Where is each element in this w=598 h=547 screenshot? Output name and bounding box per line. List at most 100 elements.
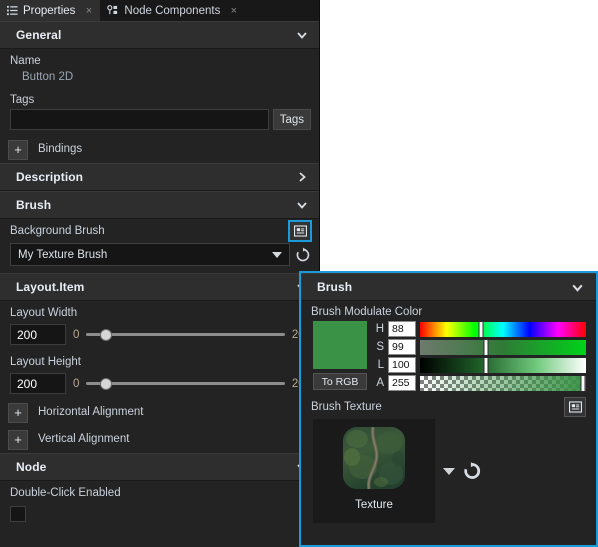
layout-height-label: Layout Height — [10, 356, 81, 368]
card-list-icon[interactable] — [564, 397, 586, 417]
modulate-color-label: Brush Modulate Color — [311, 306, 423, 318]
hue-handle[interactable] — [478, 320, 484, 338]
layout-height-min: 0 — [73, 377, 80, 390]
layout-height-slider-row: 200 0 200 — [0, 373, 319, 399]
tags-label: Tags — [10, 94, 35, 106]
slider-track — [86, 382, 285, 385]
chevron-right-icon[interactable] — [295, 170, 309, 184]
slider-handle[interactable] — [100, 377, 113, 390]
name-value[interactable]: Button 2D — [10, 70, 311, 86]
section-header-layout-item[interactable]: Layout.Item — [0, 273, 319, 301]
properties-panel: Properties × Node Components × General N… — [0, 0, 320, 547]
background-brush-dropdown[interactable]: My Texture Brush — [10, 243, 290, 266]
to-rgb-button[interactable]: To RGB — [313, 373, 367, 390]
horizontal-alignment-label: Horizontal Alignment — [38, 406, 144, 418]
luminance-slider[interactable] — [420, 356, 586, 374]
channel-row-l: L 100 — [373, 356, 586, 374]
layout-width-input[interactable]: 200 — [10, 324, 66, 345]
double-click-checkbox[interactable] — [10, 506, 26, 522]
card-list-icon[interactable] — [288, 220, 312, 242]
vertical-alignment-row[interactable]: + Vertical Alignment — [0, 426, 319, 453]
horizontal-alignment-row[interactable]: + Horizontal Alignment — [0, 399, 319, 426]
channel-label: S — [376, 341, 384, 353]
expand-horizontal-alignment-button[interactable]: + — [8, 402, 28, 423]
node-rows: Double-Click Enabled — [0, 481, 319, 528]
hue-slider[interactable] — [420, 320, 586, 338]
chevron-down-icon[interactable] — [570, 280, 584, 294]
layout-rows: Layout Width 200 0 200 Layout Height 200 — [0, 301, 319, 453]
layout-width-slider[interactable] — [86, 328, 285, 342]
section-header-node[interactable]: Node — [0, 453, 319, 481]
general-rows: Name Button 2D Tags Tags + Bindings — [0, 49, 319, 163]
section-header-brush[interactable]: Brush — [0, 191, 319, 219]
tags-button[interactable]: Tags — [272, 109, 311, 130]
channel-input-s[interactable]: 99 — [388, 339, 416, 355]
section-title: Layout.Item — [16, 280, 85, 294]
luminance-handle[interactable] — [483, 356, 489, 374]
bindings-label: Bindings — [38, 143, 83, 155]
tab-properties[interactable]: Properties × — [0, 0, 101, 21]
chevron-down-icon — [272, 251, 282, 258]
brush-rows: Background Brush My Texture Brush — [0, 219, 319, 273]
expand-vertical-alignment-button[interactable]: + — [8, 429, 28, 450]
saturation-handle[interactable] — [483, 338, 489, 356]
layout-width-label: Layout Width — [10, 307, 78, 319]
background-brush-label: Background Brush — [10, 224, 105, 237]
channel-row-h: H 88 — [373, 320, 586, 338]
brush-popup: Brush Brush Modulate Color To RGB H 88 S… — [299, 271, 598, 547]
brush-texture-row: Texture — [301, 419, 596, 523]
bindings-row[interactable]: + Bindings — [0, 136, 319, 163]
section-header-description[interactable]: Description — [0, 163, 319, 191]
chevron-down-icon[interactable] — [295, 28, 309, 42]
channel-label: L — [377, 359, 384, 371]
texture-card[interactable]: Texture — [313, 419, 435, 523]
layout-height-input[interactable]: 200 — [10, 373, 66, 394]
tab-node-components[interactable]: Node Components × — [100, 0, 245, 21]
reset-icon[interactable] — [463, 462, 481, 480]
channel-input-a[interactable]: 255 — [388, 375, 416, 391]
alpha-slider[interactable] — [420, 374, 586, 392]
double-click-row: Double-Click Enabled — [0, 481, 319, 504]
popup-body: Brush Modulate Color To RGB H 88 S 99 L … — [301, 301, 596, 523]
add-binding-button[interactable]: + — [8, 139, 28, 160]
hue-gradient — [420, 321, 586, 337]
chevron-down-icon[interactable] — [443, 467, 455, 475]
double-click-label: Double-Click Enabled — [10, 487, 121, 499]
color-picker: To RGB H 88 S 99 L 100 A 255 — [301, 320, 596, 392]
chevron-down-icon[interactable] — [295, 198, 309, 212]
channel-row-a: A 255 — [373, 374, 586, 392]
close-icon[interactable]: × — [228, 5, 239, 17]
layout-height-slider[interactable] — [86, 377, 285, 391]
reset-icon[interactable] — [295, 247, 311, 263]
brush-texture-header: Brush Texture — [301, 391, 596, 419]
close-icon[interactable]: × — [83, 5, 94, 17]
popup-section-header-brush[interactable]: Brush — [301, 273, 596, 301]
name-label: Name — [10, 55, 41, 67]
tab-label: Properties — [23, 4, 76, 17]
luminance-gradient — [420, 357, 586, 373]
channel-label: H — [375, 323, 384, 335]
section-title: Description — [16, 170, 84, 184]
color-swatch[interactable] — [313, 321, 367, 369]
layout-width-slider-row: 200 0 200 — [0, 324, 319, 350]
channel-column: H 88 S 99 L 100 A 255 — [373, 320, 586, 392]
tab-strip: Properties × Node Components × — [0, 0, 319, 21]
section-title: Brush — [317, 280, 353, 294]
channel-input-h[interactable]: 88 — [388, 321, 416, 337]
slider-handle[interactable] — [100, 328, 113, 341]
list-icon — [7, 5, 18, 16]
channel-input-l[interactable]: 100 — [388, 357, 416, 373]
background-brush-combo-row: My Texture Brush — [0, 241, 319, 273]
saturation-slider[interactable] — [420, 338, 586, 356]
background-brush-value: My Texture Brush — [18, 248, 108, 261]
texture-name: Texture — [355, 499, 393, 511]
tags-input[interactable] — [10, 109, 269, 130]
properties-content: General Name Button 2D Tags Tags + Bindi… — [0, 21, 319, 547]
background-brush-header: Background Brush — [0, 219, 319, 242]
swatch-column: To RGB — [313, 321, 367, 391]
section-header-general[interactable]: General — [0, 21, 319, 49]
alpha-handle[interactable] — [580, 374, 586, 392]
name-row: Name Button 2D — [0, 49, 319, 88]
slider-track — [86, 333, 285, 336]
brush-texture-label: Brush Texture — [311, 400, 382, 413]
